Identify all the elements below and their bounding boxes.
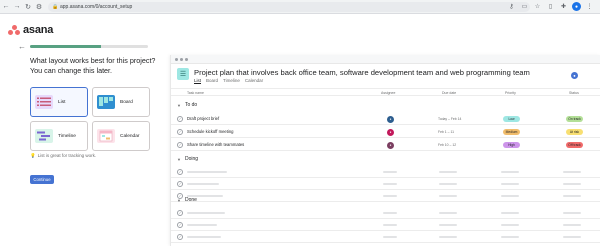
due-date: Feb 10 – 12 <box>438 142 457 147</box>
placeholder-row: ✓ <box>171 190 600 202</box>
key-icon[interactable]: ⚷ <box>507 2 516 11</box>
col-task: Task name <box>187 91 204 95</box>
check-icon[interactable]: ✓ <box>177 115 183 122</box>
calendar-icon <box>97 129 115 143</box>
task-name: Schedule kickoff meeting <box>187 129 234 134</box>
sidebar-icon[interactable]: ▯ <box>546 2 555 11</box>
hint-text: List is great for tracking work. <box>37 153 97 158</box>
chevron-down-icon: ▼ <box>177 102 181 108</box>
list-icon <box>35 95 53 109</box>
back-icon[interactable]: ← <box>1 2 11 12</box>
task-name: Share timeline with teammates <box>187 142 245 147</box>
browser-toolbar: ← → ↻ ⚙ 🔒 app.asana.com/0/account_setup … <box>0 0 600 14</box>
project-list-icon: ☰ <box>177 68 189 80</box>
brand-name: asana <box>23 24 54 36</box>
placeholder-row: ✓ <box>171 219 600 231</box>
section-name: To do <box>184 102 198 108</box>
check-icon: ✓ <box>177 209 183 216</box>
placeholder-row: ✓ <box>171 207 600 219</box>
column-headers: Task name Assignee Due date Priority Sta… <box>171 88 600 96</box>
cast-icon[interactable]: ▭ <box>520 2 529 11</box>
address-bar[interactable]: 🔒 app.asana.com/0/account_setup <box>48 2 530 12</box>
continue-button[interactable]: Continue <box>30 175 54 184</box>
section-name: Doing <box>184 156 199 162</box>
check-icon: ✓ <box>177 233 183 240</box>
priority-badge: Low <box>503 116 520 122</box>
check-icon: ✓ <box>177 180 183 187</box>
layout-option-label: Board <box>120 99 133 105</box>
status-badge: At risk <box>566 129 583 135</box>
layout-hint: 💡 List is great for tracking work. <box>30 153 96 159</box>
profile-icon[interactable]: ● <box>572 2 581 11</box>
tab-timeline[interactable]: Timeline <box>223 78 240 84</box>
status-badge: Off track <box>566 142 583 148</box>
placeholder-row: ✓ <box>171 178 600 190</box>
assignee-avatar: ● <box>387 128 394 136</box>
preview-window-bar <box>171 55 600 64</box>
col-status: Status <box>569 91 579 95</box>
layout-option-calendar[interactable]: Calendar <box>92 121 150 151</box>
star-icon[interactable]: ☆ <box>533 2 542 11</box>
asana-logo: asana <box>8 24 53 36</box>
chevron-down-icon: ▼ <box>177 197 181 203</box>
section-header[interactable]: ▼ To do <box>177 102 197 108</box>
due-date: Feb 1 – 11 <box>438 129 454 134</box>
assignee-avatar: ● <box>387 141 394 149</box>
layout-options: List Board Timeline Calendar <box>30 87 150 151</box>
section-name: Done <box>184 197 197 203</box>
tab-calendar[interactable]: Calendar <box>245 78 263 84</box>
lock-icon: 🔒 <box>52 4 59 10</box>
timeline-icon <box>35 129 53 143</box>
setup-progress-bar <box>30 45 148 48</box>
url-text: app.asana.com/0/account_setup <box>60 4 133 10</box>
check-icon: ✓ <box>177 221 183 228</box>
tune-icon[interactable]: ⚙ <box>34 2 44 12</box>
member-avatar: ● <box>571 72 578 79</box>
check-icon[interactable]: ✓ <box>177 128 183 135</box>
placeholder-row: ✓ <box>171 231 600 243</box>
back-arrow-icon[interactable]: ← <box>18 42 26 51</box>
chevron-down-icon: ▼ <box>177 156 181 162</box>
check-icon[interactable]: ✓ <box>177 141 183 148</box>
project-tabs: List Board Timeline Calendar <box>194 78 263 84</box>
progress-fill <box>30 45 101 48</box>
section-header[interactable]: ▼ Done <box>177 197 197 203</box>
project-preview: ☰ Project plan that involves back office… <box>170 55 600 246</box>
task-row[interactable]: ✓ Share timeline with teammates ● Feb 10… <box>171 139 600 151</box>
tab-board[interactable]: Board <box>206 78 218 84</box>
col-assignee: Assignee <box>381 91 396 95</box>
layout-option-list[interactable]: List <box>30 87 88 117</box>
task-row[interactable]: ✓ Draft project brief ● Today – Feb 14 L… <box>171 113 600 125</box>
layout-option-timeline[interactable]: Timeline <box>30 121 88 151</box>
layout-option-label: Timeline <box>58 133 76 139</box>
col-priority: Priority <box>505 91 516 95</box>
layout-option-board[interactable]: Board <box>92 87 150 117</box>
project-title: Project plan that involves back office t… <box>194 68 530 77</box>
lightbulb-icon: 💡 <box>30 153 36 158</box>
menu-icon[interactable]: ⋮ <box>585 2 594 11</box>
col-due: Due date <box>442 91 457 95</box>
layout-option-label: List <box>58 99 66 105</box>
forward-icon[interactable]: → <box>12 2 22 12</box>
status-badge: On track <box>566 116 583 122</box>
check-icon: ✓ <box>177 168 183 175</box>
layout-option-label: Calendar <box>120 133 140 139</box>
task-row[interactable]: ✓ Schedule kickoff meeting ● Feb 1 – 11 … <box>171 126 600 138</box>
assignee-avatar: ● <box>387 115 394 123</box>
setup-question: What layout works best for this project?… <box>30 56 156 75</box>
tab-list[interactable]: List <box>194 78 202 84</box>
section-header[interactable]: ▼ Doing <box>177 156 198 162</box>
asana-dots-icon <box>8 25 20 35</box>
priority-badge: Medium <box>503 129 520 135</box>
due-date: Today – Feb 14 <box>438 116 462 121</box>
priority-badge: High <box>503 142 520 148</box>
placeholder-row: ✓ <box>171 166 600 178</box>
extension-icon[interactable]: ✚ <box>559 2 568 11</box>
task-name: Draft project brief <box>187 116 220 121</box>
board-icon <box>97 95 115 109</box>
reload-icon[interactable]: ↻ <box>23 2 33 12</box>
